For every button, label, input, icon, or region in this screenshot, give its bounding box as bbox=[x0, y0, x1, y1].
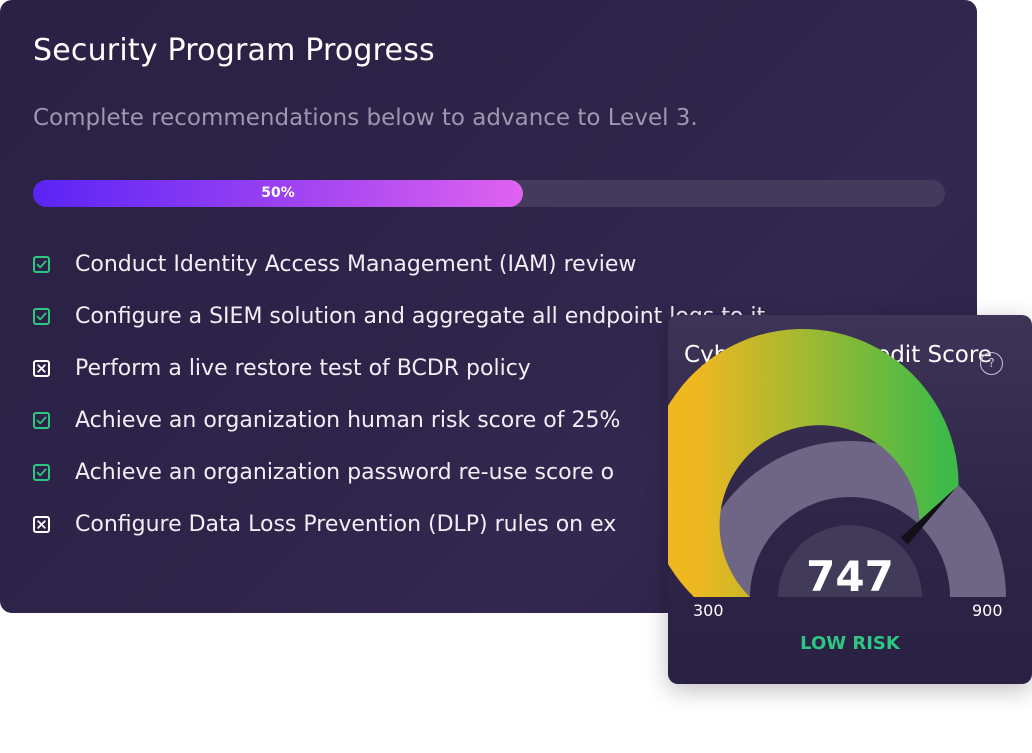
task-label: Perform a live restore test of BCDR poli… bbox=[75, 355, 531, 381]
task-item[interactable]: Configure Data Loss Prevention (DLP) rul… bbox=[33, 498, 765, 550]
task-item[interactable]: Perform a live restore test of BCDR poli… bbox=[33, 342, 765, 394]
gauge-min-label: 300 bbox=[693, 601, 724, 620]
recommendation-list: Conduct Identity Access Management (IAM)… bbox=[33, 238, 765, 550]
risk-level-label: LOW RISK bbox=[800, 633, 900, 654]
task-item[interactable]: Achieve an organization human risk score… bbox=[33, 394, 765, 446]
checkbox-checked-icon[interactable] bbox=[33, 255, 50, 273]
page-title: Security Program Progress bbox=[33, 33, 435, 68]
checkbox-checked-icon[interactable] bbox=[33, 307, 50, 325]
progress-bar: 50% bbox=[33, 180, 945, 207]
task-item[interactable]: Achieve an organization password re-use … bbox=[33, 446, 765, 498]
task-label: Achieve an organization human risk score… bbox=[75, 407, 621, 433]
score-value: 747 bbox=[806, 552, 894, 601]
checkbox-checked-icon[interactable] bbox=[33, 411, 50, 429]
task-label: Achieve an organization password re-use … bbox=[75, 459, 615, 485]
checkbox-x-icon[interactable] bbox=[33, 515, 50, 533]
checkbox-x-icon[interactable] bbox=[33, 359, 50, 377]
credit-score-card: Cybersecurity Credit Score ? 747 300 900… bbox=[668, 315, 1032, 684]
task-label: Conduct Identity Access Management (IAM)… bbox=[75, 251, 637, 277]
task-item[interactable]: Configure a SIEM solution and aggregate … bbox=[33, 290, 765, 342]
task-label: Configure Data Loss Prevention (DLP) rul… bbox=[75, 511, 617, 537]
gauge-max-label: 900 bbox=[972, 601, 1003, 620]
task-item[interactable]: Conduct Identity Access Management (IAM)… bbox=[33, 238, 765, 290]
progress-percent-label: 50% bbox=[261, 185, 295, 201]
page-subtitle: Complete recommendations below to advanc… bbox=[33, 105, 698, 131]
checkbox-checked-icon[interactable] bbox=[33, 463, 50, 481]
task-label: Configure a SIEM solution and aggregate … bbox=[75, 303, 766, 329]
score-gauge bbox=[668, 328, 1006, 597]
